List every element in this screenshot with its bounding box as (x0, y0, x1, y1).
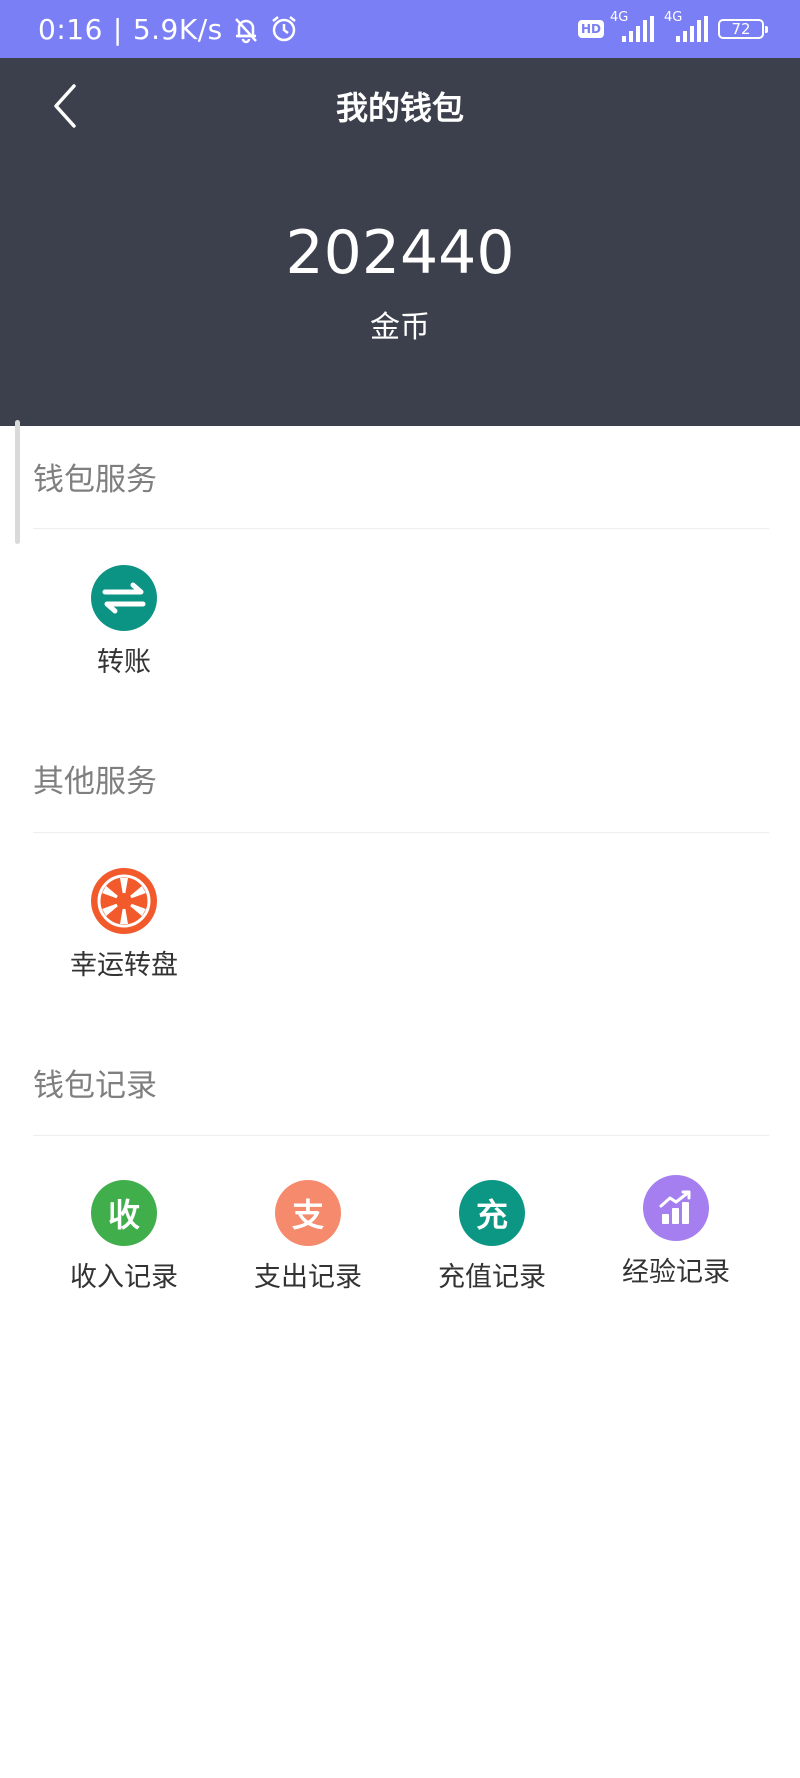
section-divider (33, 1135, 769, 1136)
scroll-indicator (15, 420, 20, 544)
section-divider (33, 528, 769, 529)
experience-chart-icon (643, 1175, 709, 1241)
bell-muted-icon (234, 18, 257, 44)
battery-level: 72 (731, 20, 751, 38)
transfer-icon (91, 565, 157, 631)
status-right: HD 4G 4G 72 (577, 0, 768, 58)
lucky-wheel-icon (91, 868, 157, 934)
alarm-clock-icon (271, 16, 296, 42)
income-records-button[interactable]: 收 收入记录 (32, 1180, 216, 1296)
status-left: 0:16 | 5.9K/s (38, 0, 299, 58)
section-title-wallet-records: 钱包记录 (33, 1068, 157, 1104)
section-divider (33, 832, 769, 833)
signal-bars-icon (676, 16, 708, 42)
transfer-label: 转账 (97, 647, 151, 678)
transfer-button[interactable]: 转账 (32, 565, 216, 681)
coin-unit: 金币 (370, 310, 430, 345)
expense-icon: 支 (275, 1180, 341, 1246)
wallet-header: 我的钱包 202440 金币 (0, 58, 800, 426)
section-title-wallet-services: 钱包服务 (33, 462, 157, 498)
income-icon: 收 (91, 1180, 157, 1246)
signal-2: 4G (664, 10, 708, 44)
lucky-wheel-label: 幸运转盘 (70, 950, 178, 981)
lucky-wheel-button[interactable]: 幸运转盘 (32, 868, 216, 984)
signal-bars-icon (622, 16, 654, 42)
hd-badge: HD (577, 20, 604, 38)
expense-records-label: 支出记录 (254, 1262, 362, 1293)
battery-icon: 72 (718, 19, 768, 39)
experience-records-button[interactable]: 经验记录 (584, 1175, 768, 1291)
expense-records-button[interactable]: 支 支出记录 (216, 1180, 400, 1296)
signal-1: 4G (610, 10, 654, 44)
status-bar: 0:16 | 5.9K/s HD 4G 4G 72 (0, 0, 800, 58)
recharge-records-label: 充值记录 (438, 1262, 546, 1293)
recharge-records-button[interactable]: 充 充值记录 (400, 1180, 584, 1296)
section-title-other-services: 其他服务 (33, 764, 157, 800)
status-separator: | (112, 12, 123, 46)
income-records-label: 收入记录 (70, 1262, 178, 1293)
status-network-speed: 5.9K/s (132, 12, 223, 46)
coin-balance: 202440 (285, 218, 515, 288)
recharge-icon: 充 (459, 1180, 525, 1246)
experience-records-label: 经验记录 (622, 1257, 730, 1288)
status-time: 0:16 (38, 12, 103, 46)
page-title: 我的钱包 (335, 89, 464, 127)
